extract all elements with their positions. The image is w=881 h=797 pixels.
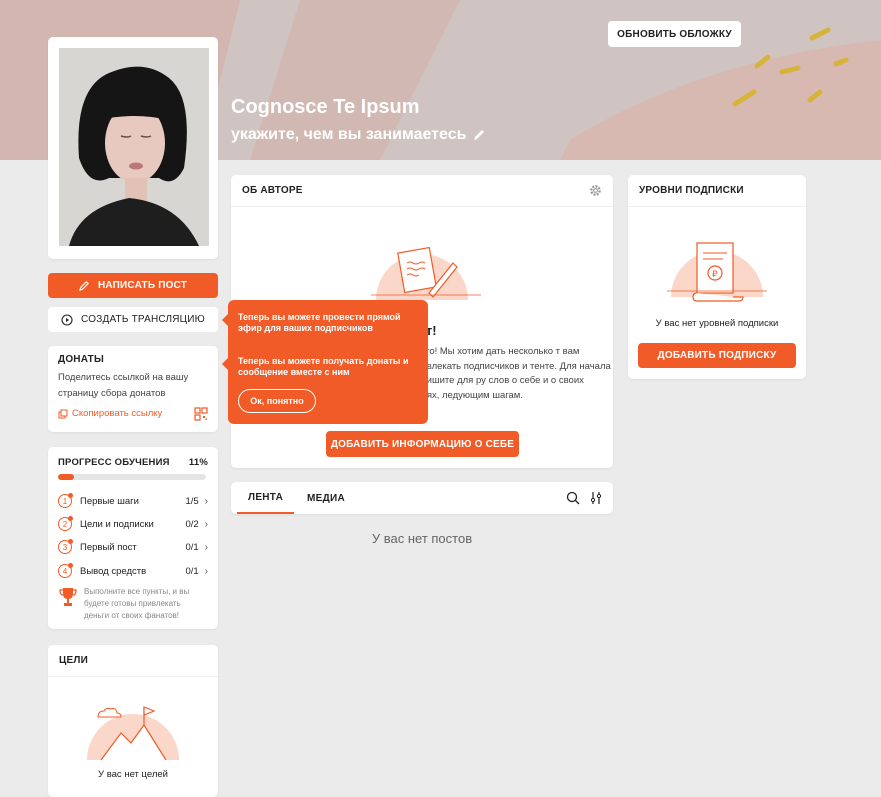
play-icon xyxy=(61,313,73,326)
profile-name: Cognosce Te Ipsum xyxy=(231,96,420,118)
avatar[interactable] xyxy=(59,48,209,246)
progress-tip-text: Выполните все пункты, и вы будете готовы… xyxy=(84,587,190,620)
chevron-right-icon: › xyxy=(204,541,208,553)
update-cover-button[interactable]: ОБНОВИТЬ ОБЛОЖКУ xyxy=(608,21,741,47)
donations-card: ДОНАТЫ Поделитесь ссылкой на вашу страни… xyxy=(48,346,218,432)
about-text: круто! Мы хотим дать несколько т вам при… xyxy=(411,346,611,401)
tooltip-arrow xyxy=(222,358,228,370)
levels-illustration: ₽ xyxy=(667,242,767,302)
onboarding-tooltip: Теперь вы можете провести прямой эфир дл… xyxy=(222,300,428,424)
copy-icon xyxy=(58,409,68,418)
qr-code-icon[interactable] xyxy=(194,407,208,421)
subscription-levels-card: УРОВНИ ПОДПИСКИ ₽ У вас нет уровней подп… xyxy=(628,175,806,379)
step-count: 0/1 xyxy=(185,565,199,577)
tooltip-arrow xyxy=(222,314,228,326)
copy-link-button[interactable]: Скопировать ссылку xyxy=(58,408,162,419)
occupation-placeholder: укажите, чем вы занимаетесь xyxy=(231,126,467,143)
search-icon[interactable] xyxy=(566,491,580,505)
step-label: Первый пост xyxy=(80,541,137,553)
avatar-card xyxy=(48,37,218,259)
create-stream-button[interactable]: СОЗДАТЬ ТРАНСЛЯЦИЮ xyxy=(48,307,218,332)
write-post-button[interactable]: НАПИСАТЬ ПОСТ xyxy=(48,273,218,298)
feed-tabs-card: ЛЕНТА МЕДИА xyxy=(231,482,613,514)
avatar-image xyxy=(59,48,209,246)
progress-bar-fill xyxy=(58,474,75,480)
add-info-button[interactable]: ДОБАВИТЬ ИНФОРМАЦИЮ О СЕБЕ xyxy=(326,431,519,457)
trophy-icon xyxy=(59,588,77,606)
progress-bar xyxy=(58,474,206,480)
goals-title: ЦЕЛИ xyxy=(59,655,88,666)
learning-progress-card: ПРОГРЕСС ОБУЧЕНИЯ 11% 1 Первые шаги 1/5 … xyxy=(48,447,218,629)
goals-empty-text: У вас нет целей xyxy=(98,769,168,780)
donations-description: Поделитесь ссылкой на вашу страницу сбор… xyxy=(58,372,189,399)
chevron-right-icon: › xyxy=(204,565,208,577)
step-label: Цели и подписки xyxy=(80,518,154,530)
chevron-right-icon: › xyxy=(204,518,208,530)
tooltip-message-donations: Теперь вы можете получать донаты и сообщ… xyxy=(238,356,409,377)
tooltip-ok-button[interactable]: Ок, понятно xyxy=(238,389,316,413)
add-subscription-button[interactable]: ДОБАВИТЬ ПОДПИСКУ xyxy=(638,343,796,368)
svg-text:₽: ₽ xyxy=(712,270,718,280)
progress-percent: 11% xyxy=(188,457,208,468)
write-post-label: НАПИСАТЬ ПОСТ xyxy=(97,280,188,291)
step-label: Первые шаги xyxy=(80,495,139,507)
step-label: Вывод средств xyxy=(80,565,147,577)
tab-media[interactable]: МЕДИА xyxy=(307,482,345,514)
step-number: 1 xyxy=(58,493,73,508)
no-posts-text: У вас нет постов xyxy=(371,531,473,546)
tab-feed[interactable]: ЛЕНТА xyxy=(237,482,295,514)
progress-tip: Выполните все пункты, и вы будете готовы… xyxy=(58,586,208,622)
goals-mountain-illustration xyxy=(87,706,179,761)
progress-title: ПРОГРЕСС ОБУЧЕНИЯ xyxy=(58,457,170,468)
chevron-right-icon: › xyxy=(204,495,208,507)
progress-step-3[interactable]: 3 Первый пост 0/1 › xyxy=(58,539,208,555)
step-number: 4 xyxy=(58,563,73,578)
step-number: 3 xyxy=(58,539,73,554)
pencil-icon xyxy=(78,280,89,291)
donations-title: ДОНАТЫ xyxy=(58,354,104,365)
step-count: 1/5 xyxy=(185,495,199,507)
create-stream-label: СОЗДАТЬ ТРАНСЛЯЦИЮ xyxy=(81,314,205,325)
profile-occupation[interactable]: укажите, чем вы занимаетесь xyxy=(231,126,486,144)
step-count: 0/2 xyxy=(185,518,199,530)
about-title: ОБ АВТОРЕ xyxy=(242,185,303,196)
pencil-icon[interactable] xyxy=(472,128,486,142)
about-illustration xyxy=(371,246,481,300)
copy-link-label: Скопировать ссылку xyxy=(72,408,163,419)
levels-empty-text: У вас нет уровней подписки xyxy=(655,318,779,329)
goals-card: ЦЕЛИ У вас нет целей xyxy=(48,645,218,797)
progress-step-2[interactable]: 2 Цели и подписки 0/2 › xyxy=(58,516,208,532)
levels-title: УРОВНИ ПОДПИСКИ xyxy=(639,185,744,196)
progress-step-1[interactable]: 1 Первые шаги 1/5 › xyxy=(58,493,208,509)
step-count: 0/1 xyxy=(185,541,199,553)
progress-step-4[interactable]: 4 Вывод средств 0/1 › xyxy=(58,563,208,579)
step-number: 2 xyxy=(58,516,73,531)
tooltip-message-stream: Теперь вы можете провести прямой эфир дл… xyxy=(238,312,401,333)
gear-icon[interactable] xyxy=(589,184,602,197)
filter-icon[interactable] xyxy=(590,491,602,505)
